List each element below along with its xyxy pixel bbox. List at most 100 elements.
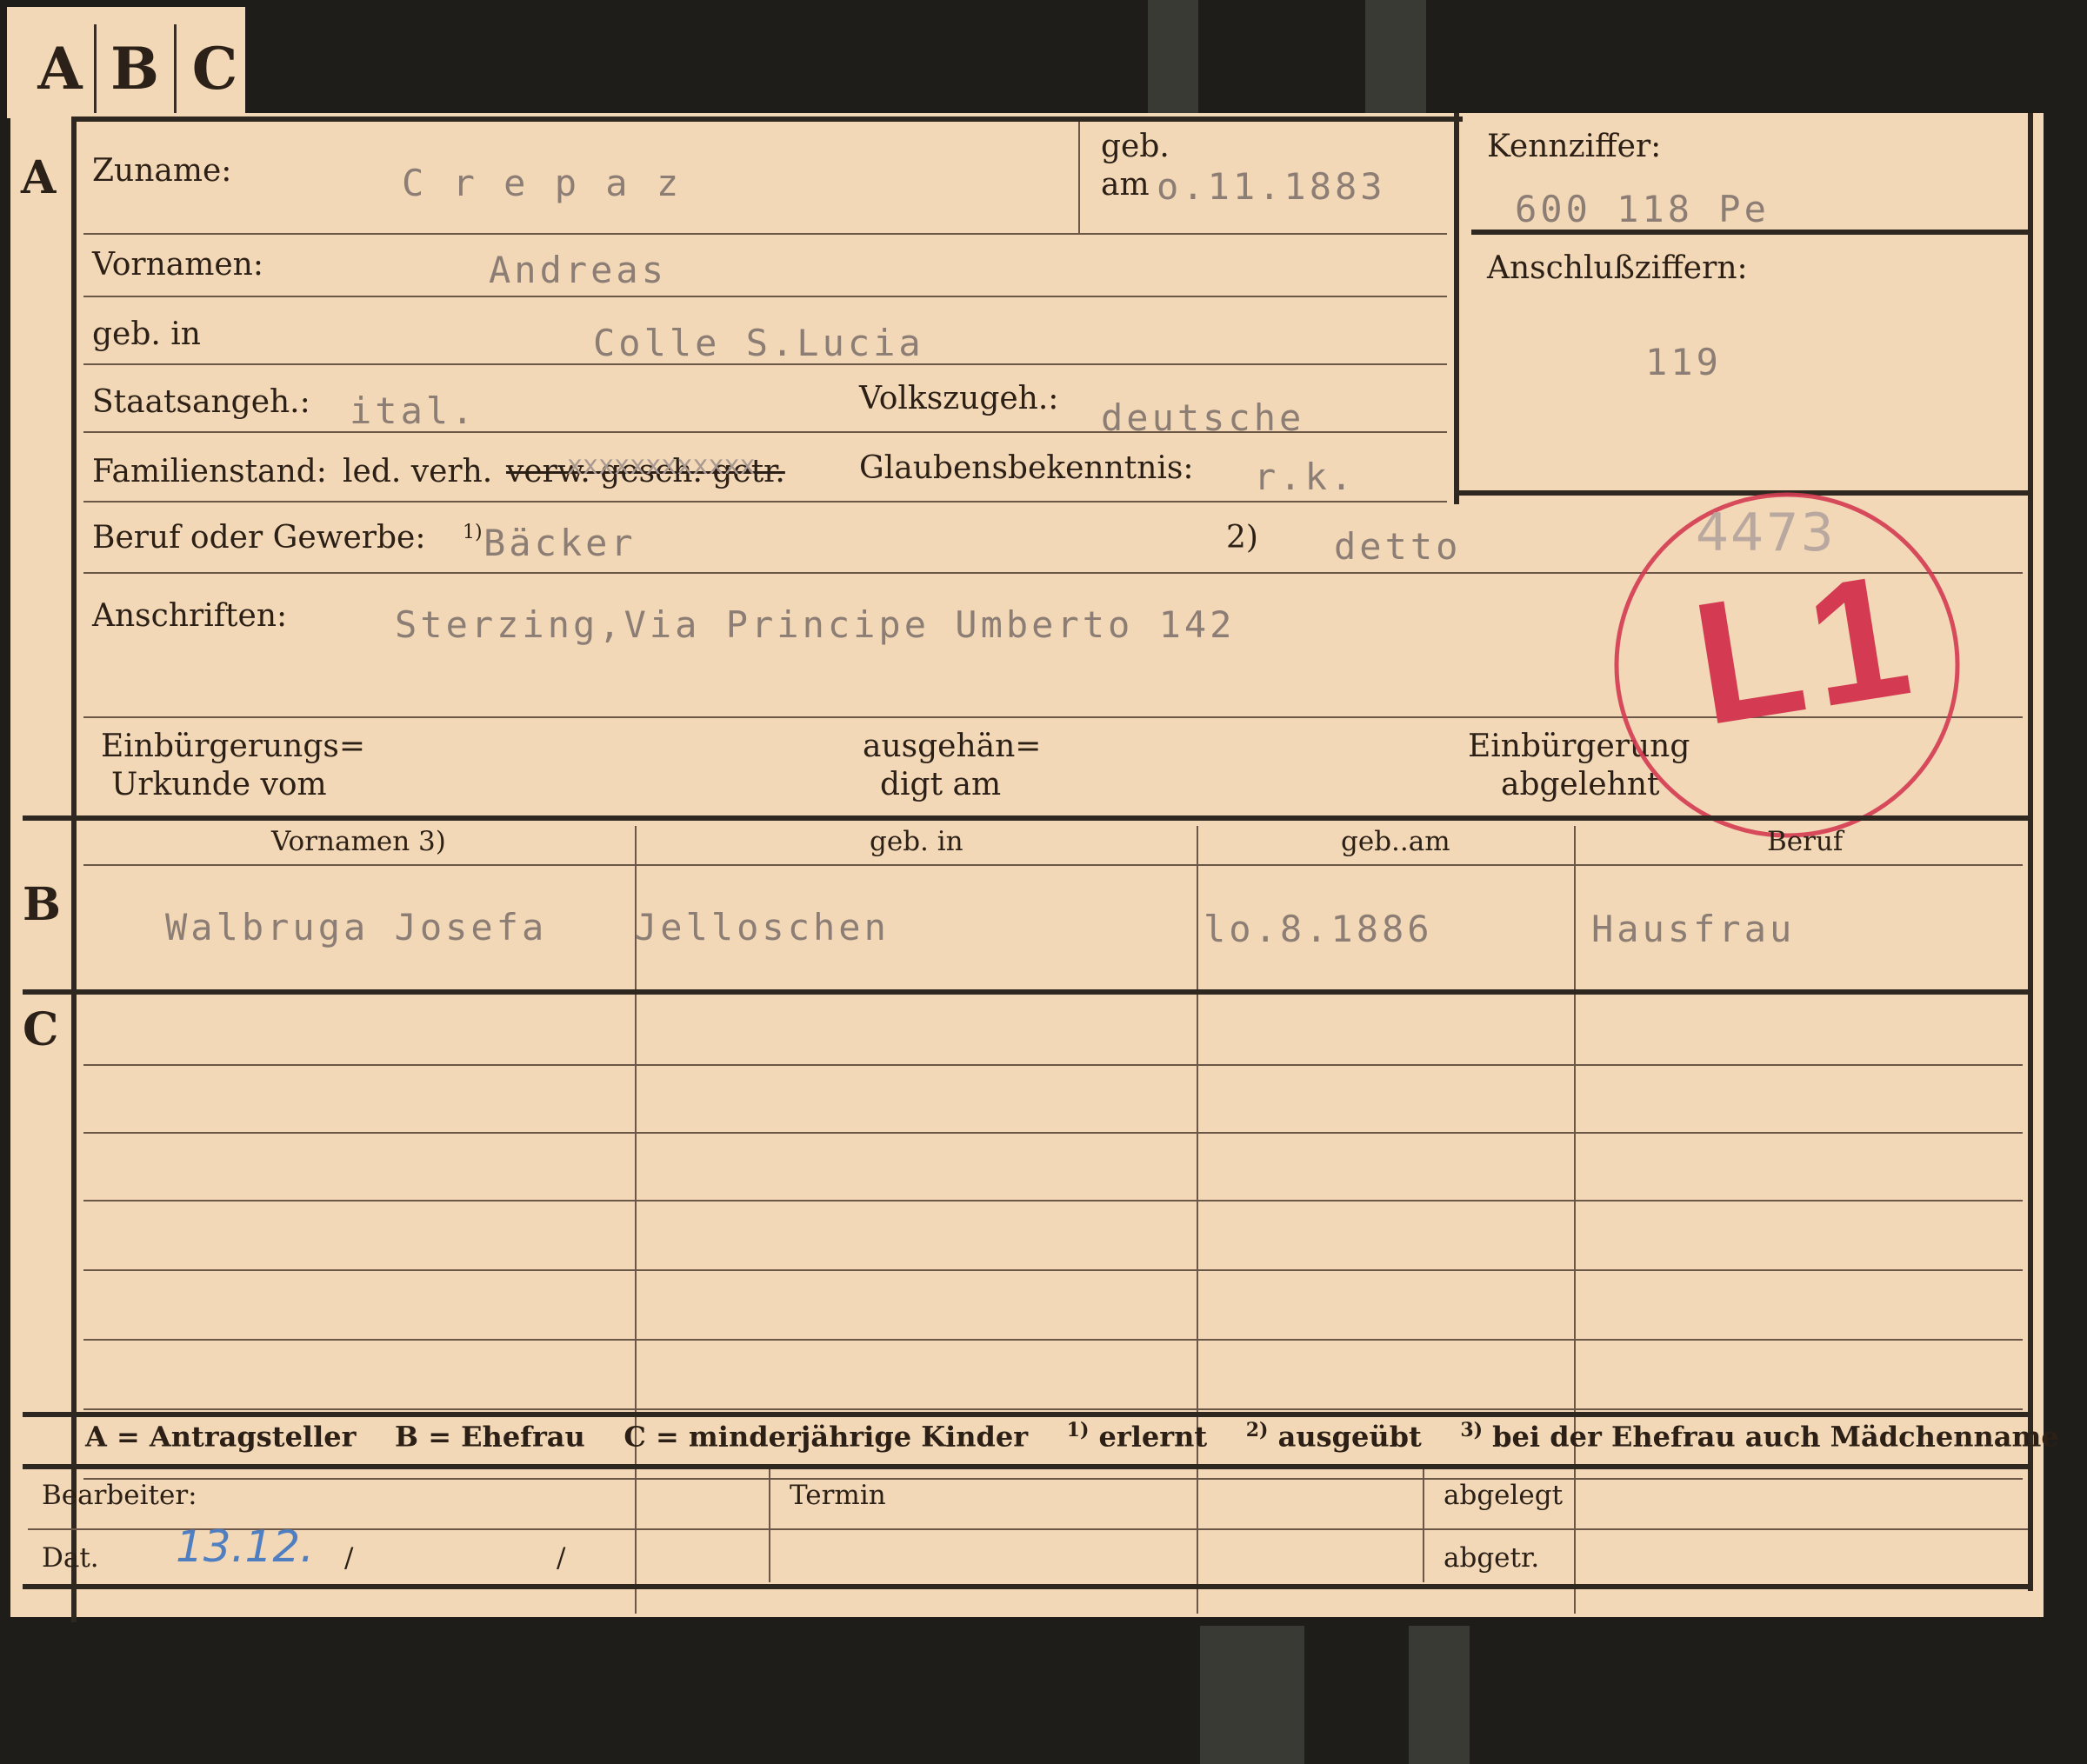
admin-col-divider (1423, 1469, 1424, 1582)
einbuergerung-urkunde-label-2: Urkunde vom (111, 767, 327, 802)
legend-n3-marker: 3) (1460, 1419, 1484, 1441)
staatsangeh-value: ital. (350, 389, 477, 432)
tab-divider (94, 24, 97, 118)
legend-bottom (23, 1464, 2033, 1469)
col-divider (1574, 826, 1576, 1614)
section-b-top (23, 815, 2033, 821)
frame-right (2028, 113, 2033, 1591)
anschrift-value: Sterzing,Via Principe Umberto 142 (395, 603, 1236, 646)
date-separator-1: / (344, 1542, 354, 1574)
row-line (83, 431, 1447, 433)
ausgehaendigt-label-2: digt am (880, 767, 1002, 802)
termin-label: Termin (790, 1480, 886, 1511)
spouse-vornamen-value: Walbruga Josefa (165, 906, 548, 949)
admin-col-divider (769, 1469, 770, 1582)
ausgehaendigt-label-1: ausgehän= (863, 729, 1042, 764)
child-row-line (83, 1269, 2023, 1271)
bearbeiter-label: Bearbeiter: (42, 1480, 197, 1511)
geb-am-label: am (1101, 167, 1150, 203)
anschriften-label: Anschriften: (92, 598, 288, 634)
note-2-marker: 2) (1226, 520, 1258, 556)
zuname-value: C r e p a z (402, 162, 683, 204)
section-a-marker: A (21, 151, 57, 204)
anschlussziffern-label: Anschlußziffern: (1487, 250, 1748, 286)
col-beruf-header: Beruf (1767, 826, 1844, 857)
col-geb-in-header: geb. in (870, 826, 963, 857)
section-c-marker: C (23, 1003, 59, 1056)
index-tabs: A B C (7, 7, 245, 118)
legend-n2-marker: 2) (1245, 1419, 1269, 1441)
familienstand-overtype: xxxxxxxxxxxx (567, 450, 756, 481)
geb-am-value: o.11.1883 (1157, 165, 1386, 208)
kennziffer-box-left (1454, 113, 1459, 504)
legend-n1-marker: 1) (1066, 1419, 1090, 1441)
stamp-code: L1 (1682, 536, 1930, 762)
handwritten-date: 13.12. (176, 1521, 315, 1572)
spouse-geb-am-value: lo.8.1886 (1204, 908, 1433, 950)
dat-label: Dat. (42, 1542, 99, 1574)
header-line (83, 864, 2023, 866)
col-geb-am-header: geb..am (1341, 826, 1450, 857)
tab-divider (174, 24, 177, 118)
spouse-beruf-value: Hausfrau (1591, 908, 1796, 950)
geb-label: geb. (1101, 129, 1170, 164)
child-row-line (83, 1132, 2023, 1134)
admin-row-line (28, 1528, 2028, 1530)
col-divider (1197, 826, 1198, 1614)
kennziffer-divider (1471, 230, 2028, 235)
row-line (83, 501, 1447, 503)
beruf-label: Beruf oder Gewerbe: (92, 520, 426, 556)
child-row-line (83, 1408, 2023, 1410)
l1-stamp: 4473 L1 (1609, 487, 1965, 843)
zuname-divider (1078, 122, 1080, 233)
kennziffer-value: 600 118 Pe (1515, 188, 1770, 230)
background-strip (1200, 1626, 1304, 1764)
zuname-label: Zuname: (92, 153, 232, 189)
child-row-line (83, 1200, 2023, 1202)
legend-text: A = Antragsteller B = Ehefrau C = minder… (85, 1419, 2059, 1454)
row-line (83, 233, 1447, 235)
abgelegt-label: abgelegt (1444, 1480, 1564, 1511)
background-strip (1148, 0, 1198, 113)
section-c-top (23, 989, 2033, 995)
child-row-line (83, 1064, 2023, 1066)
child-row-line (83, 1339, 2023, 1341)
anschlussziffern-value: 119 (1645, 341, 1722, 383)
legend-n2: ausgeübt (1277, 1420, 1422, 1454)
beruf-ausgeuebt-value: detto (1334, 525, 1462, 568)
legend-n3: bei der Ehefrau auch Mädchenname (1492, 1420, 2059, 1454)
legend-c: C = minderjährige Kinder (623, 1420, 1029, 1454)
legend-n1: erlernt (1098, 1420, 1208, 1454)
kennziffer-label: Kennziffer: (1487, 129, 1662, 164)
date-separator-2: / (557, 1542, 566, 1574)
background-strip (1365, 0, 1426, 113)
spouse-geb-in-value: Jelloschen (635, 906, 890, 949)
registration-card: A Zuname: C r e p a z geb. am o.11.1883 … (10, 113, 2059, 1622)
child-row-line (83, 1478, 2023, 1480)
vornamen-label: Vornamen: (92, 247, 263, 283)
row-line (83, 296, 1447, 297)
glaubensbekenntnis-label: Glaubensbekenntnis: (859, 450, 1194, 486)
tab-c[interactable]: C (177, 35, 252, 103)
frame-left (71, 122, 77, 817)
abgetr-label: abgetr. (1444, 1542, 1540, 1574)
row-line (83, 363, 1447, 365)
col-vornamen-header: Vornamen 3) (271, 826, 446, 857)
einbuergerung-urkunde-label-1: Einbürgerungs= (101, 729, 366, 764)
background-strip (1409, 1626, 1470, 1764)
frame-top (71, 116, 1463, 122)
note-1-marker: 1) (463, 522, 483, 543)
familienstand-options-plain: led. verh. (343, 454, 493, 489)
section-b-marker: B (23, 878, 61, 931)
familienstand-label: Familienstand: (92, 454, 327, 489)
legend-rule-main (23, 1412, 2033, 1417)
legend-a: A = Antragsteller (85, 1420, 357, 1454)
staatsangeh-label: Staatsangeh.: (92, 384, 310, 420)
volkszugeh-label: Volkszugeh.: (859, 381, 1059, 416)
geb-in-value: Colle S.Lucia (593, 322, 924, 364)
frame-bottom (23, 1584, 2033, 1589)
glaubensbekenntnis-value: r.k. (1254, 456, 1357, 498)
legend-b: B = Ehefrau (395, 1420, 585, 1454)
tab-b[interactable]: B (97, 35, 172, 103)
tab-a[interactable]: A (23, 35, 97, 103)
